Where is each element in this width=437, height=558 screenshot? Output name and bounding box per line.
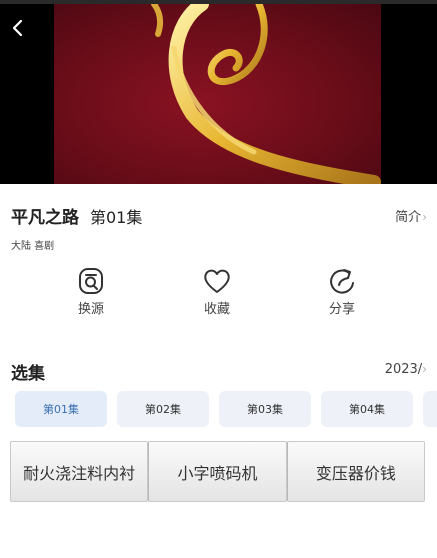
show-tags: 大陆 喜剧 bbox=[11, 241, 55, 252]
chevron-left-icon bbox=[12, 19, 23, 37]
intro-label: 简介 bbox=[395, 210, 422, 225]
video-player[interactable] bbox=[0, 4, 437, 184]
episode-item-partial[interactable] bbox=[423, 391, 437, 427]
action-label: 收藏 bbox=[203, 302, 230, 317]
ad-link[interactable]: 变压器价钱 bbox=[286, 441, 425, 502]
episode-item[interactable]: 第04集 bbox=[321, 391, 413, 427]
current-episode: 第01集 bbox=[90, 208, 143, 227]
chevron-right-icon: › bbox=[422, 210, 427, 224]
heart-icon bbox=[204, 269, 230, 293]
switch-source-button[interactable]: 换源 bbox=[56, 266, 126, 317]
action-label: 换源 bbox=[77, 302, 104, 317]
episode-item[interactable]: 第02集 bbox=[117, 391, 209, 427]
ad-link[interactable]: 耐火浇注料内衬 bbox=[10, 441, 149, 502]
intro-link[interactable]: 简介› bbox=[395, 206, 427, 225]
share-icon bbox=[330, 269, 354, 294]
title-row: 平凡之路 第01集 简介› bbox=[11, 203, 427, 228]
show-title: 平凡之路 bbox=[11, 208, 79, 228]
gold-swirl-graphic bbox=[151, 4, 381, 184]
action-label: 分享 bbox=[328, 302, 355, 317]
back-button[interactable] bbox=[6, 16, 30, 40]
episode-item[interactable]: 第03集 bbox=[219, 391, 311, 427]
switch-source-icon bbox=[79, 268, 103, 294]
episodes-title: 选集 bbox=[11, 364, 45, 384]
chevron-right-icon: › bbox=[422, 362, 427, 376]
video-frame bbox=[54, 4, 381, 184]
episode-list: 第01集 第02集 第03集 第04集 bbox=[15, 391, 437, 427]
episode-item[interactable]: 第01集 bbox=[15, 391, 107, 427]
year-label: 2023/ bbox=[384, 362, 423, 377]
ad-links-bar: 耐火浇注料内衬 小字喷码机 变压器价钱 bbox=[10, 441, 425, 502]
year-selector[interactable]: 2023/› bbox=[385, 362, 427, 377]
action-bar: 换源 收藏 分享 bbox=[0, 266, 437, 326]
ad-link[interactable]: 小字喷码机 bbox=[148, 441, 287, 502]
share-button[interactable]: 分享 bbox=[307, 266, 377, 317]
favorite-button[interactable]: 收藏 bbox=[182, 266, 252, 317]
